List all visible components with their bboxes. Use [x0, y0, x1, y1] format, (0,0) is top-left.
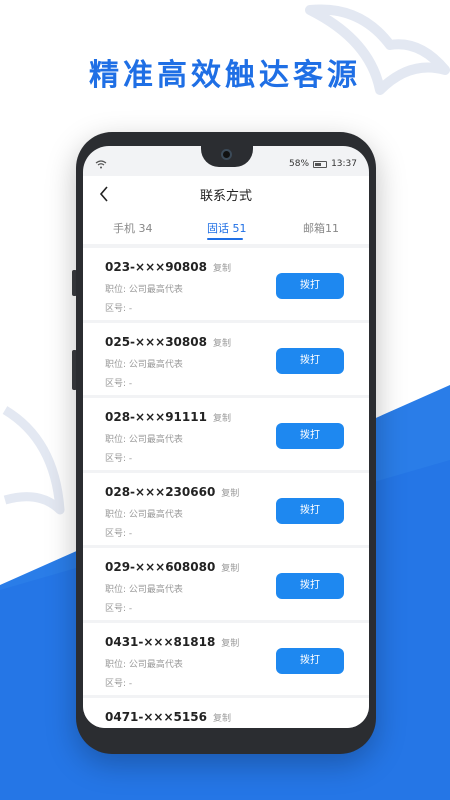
phone-number: 0471-×××5156 复制 [105, 710, 231, 724]
copy-button[interactable]: 复制 [213, 264, 231, 274]
position-text: 职位: 公司最高代表 [105, 510, 183, 520]
contact-list: 023-×××90808 复制 职位: 公司最高代表 区号: - 拨打 025-×… [83, 248, 369, 728]
decorative-bird-left [2, 406, 65, 515]
list-item: 023-×××90808 复制 职位: 公司最高代表 区号: - 拨打 [83, 248, 369, 320]
list-item: 0471-×××5156 复制 [83, 698, 369, 728]
call-button[interactable]: 拨打 [276, 423, 344, 449]
call-button[interactable]: 拨打 [276, 498, 344, 524]
copy-button[interactable]: 复制 [221, 489, 239, 499]
active-tab-indicator [207, 238, 243, 240]
tab-landline[interactable]: 固话 51 [207, 220, 247, 236]
phone-number: 029-×××608080 复制 [105, 560, 240, 574]
position-text: 职位: 公司最高代表 [105, 285, 183, 295]
call-button[interactable]: 拨打 [276, 348, 344, 374]
phone-number: 028-×××91111 复制 [105, 410, 231, 424]
position-text: 职位: 公司最高代表 [105, 585, 183, 595]
phone-number: 023-×××90808 复制 [105, 260, 231, 274]
copy-button[interactable]: 复制 [221, 564, 239, 574]
battery-percent: 58% [289, 159, 310, 169]
area-code-text: 区号: - [105, 304, 133, 314]
call-button[interactable]: 拨打 [276, 273, 344, 299]
call-button[interactable]: 拨打 [276, 648, 344, 674]
copy-button[interactable]: 复制 [213, 414, 231, 424]
status-bar: 58% 13:37 [83, 158, 369, 174]
copy-button[interactable]: 复制 [221, 639, 239, 649]
phone-number: 028-×××230660 复制 [105, 485, 240, 499]
list-item: 028-×××230660 复制 职位: 公司最高代表 区号: - 拨打 [83, 473, 369, 545]
call-button[interactable]: 拨打 [276, 573, 344, 599]
phone-number: 025-×××30808 复制 [105, 335, 231, 349]
copy-button[interactable]: 复制 [213, 339, 231, 349]
phone-screen: 58% 13:37 联系方式 手机 34 固话 51 邮箱11 023-×××9… [83, 146, 369, 728]
copy-button[interactable]: 复制 [213, 714, 231, 724]
tab-mobile[interactable]: 手机 34 [113, 220, 153, 236]
phone-number: 0431-×××81818 复制 [105, 635, 240, 649]
headline: 精准高效触达客源 [89, 58, 361, 93]
area-code-text: 区号: - [105, 379, 133, 389]
list-item: 025-×××30808 复制 职位: 公司最高代表 区号: - 拨打 [83, 323, 369, 395]
area-code-text: 区号: - [105, 679, 133, 689]
list-item: 029-×××608080 复制 职位: 公司最高代表 区号: - 拨打 [83, 548, 369, 620]
wifi-icon [95, 160, 107, 169]
clock: 13:37 [331, 159, 357, 169]
position-text: 职位: 公司最高代表 [105, 435, 183, 445]
page-title: 联系方式 [199, 189, 252, 204]
area-code-text: 区号: - [105, 529, 133, 539]
app-bar: 联系方式 [83, 176, 369, 212]
battery-icon [313, 160, 328, 168]
list-item: 028-×××91111 复制 职位: 公司最高代表 区号: - 拨打 [83, 398, 369, 470]
area-code-text: 区号: - [105, 454, 133, 464]
list-item: 0431-×××81818 复制 职位: 公司最高代表 区号: - 拨打 [83, 623, 369, 695]
tab-email[interactable]: 邮箱11 [303, 220, 339, 236]
area-code-text: 区号: - [105, 604, 133, 614]
position-text: 职位: 公司最高代表 [105, 660, 183, 670]
tab-bar: 手机 34 固话 51 邮箱11 [83, 212, 369, 244]
position-text: 职位: 公司最高代表 [105, 360, 183, 370]
